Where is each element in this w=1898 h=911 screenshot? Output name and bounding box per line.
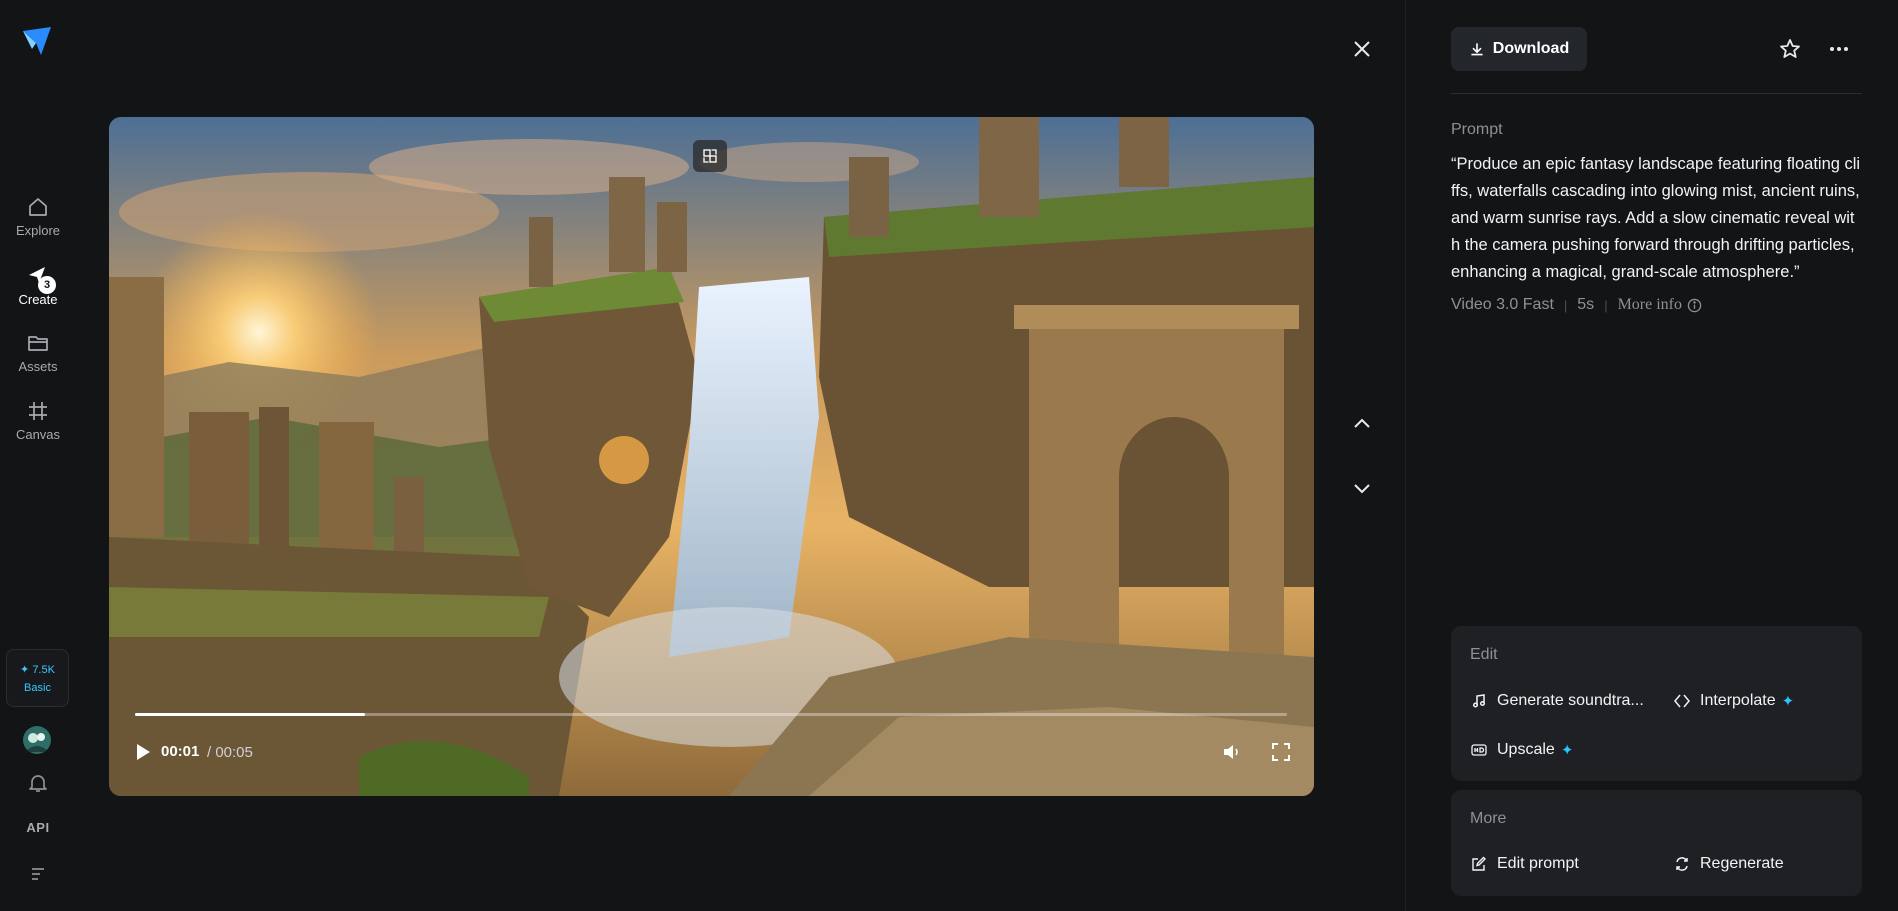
generation-meta: Video 3.0 Fast | 5s | More info [1451,296,1702,314]
premium-sparkle-icon: ✦ [1560,742,1574,759]
api-link[interactable]: API [0,820,76,835]
model-name: Video 3.0 Fast [1451,296,1554,313]
avatar-image-icon [23,726,51,754]
duration: 5s [1577,296,1595,313]
pip-button[interactable] [693,140,727,172]
more-info-label: More info [1617,296,1683,313]
sidebar-item-explore[interactable]: Explore [0,195,76,251]
download-label: Download [1492,40,1570,57]
sparkle-icon: ✦ [20,663,30,676]
header-divider [1451,93,1862,94]
edit-card-title: Edit [1470,646,1498,663]
sidebar-item-canvas[interactable]: Canvas [0,399,76,455]
chevron-down-icon[interactable] [1350,476,1374,500]
info-icon [1687,298,1702,312]
video-player[interactable]: 00:01 / 00:05 [109,117,1314,796]
sidebar-item-label: Create [18,292,58,307]
notification-bell-icon[interactable] [26,771,50,795]
canvas-icon [29,402,47,420]
create-count-badge: 3 [38,276,56,294]
home-icon [29,198,47,216]
panel-divider [1405,0,1406,911]
fullscreen-icon[interactable] [1270,741,1292,763]
more-card-title: More [1470,810,1507,827]
action-label: Regenerate [1700,855,1784,872]
meta-separator: | [1604,297,1608,313]
credits-widget[interactable]: ✦ 7.5K Basic [6,649,69,707]
meta-separator: | [1563,297,1568,313]
hd-icon [1471,744,1487,756]
total-time: / 00:05 [207,744,253,761]
chevron-up-icon[interactable] [1350,412,1374,436]
regenerate-button[interactable]: Regenerate [1674,855,1784,873]
picture-in-picture-icon [703,149,717,163]
video-progress-fill [135,713,366,716]
sidebar-item-create[interactable]: 3 Create [0,264,76,320]
premium-sparkle-icon: ✦ [1781,693,1795,710]
prompt-text: “Produce an epic fantasy landscape featu… [1451,155,1861,281]
regenerate-icon [1676,857,1688,871]
play-icon[interactable] [133,742,153,762]
generate-soundtrack-button[interactable]: Generate soundtra... [1471,692,1644,710]
download-icon [1471,43,1483,56]
edit-card: Edit Generate soundtra... Interpolate ✦ … [1451,626,1862,781]
current-time: 00:01 [161,743,200,760]
sidebar-item-label: Explore [15,223,61,238]
plan-label: Basic [24,681,51,694]
avatar[interactable] [23,726,51,754]
video-progress-bar[interactable] [135,713,1287,716]
credits-value: 7.5K [32,663,55,676]
more-info-link[interactable]: More info [1618,296,1702,314]
action-label: Generate soundtra... [1497,692,1644,709]
download-button[interactable]: Download [1451,27,1587,71]
action-label: Edit prompt [1497,855,1579,872]
edit-icon [1472,856,1486,871]
sidebar-item-assets[interactable]: Assets [0,331,76,387]
interpolate-icon [1674,694,1690,708]
credits-amount: ✦ 7.5K [20,663,55,676]
volume-icon[interactable] [1221,741,1243,763]
music-note-icon [1472,694,1486,708]
sidebar-item-label: Assets [18,359,58,374]
action-label: Interpolate [1700,692,1776,709]
interpolate-button[interactable]: Interpolate ✦ [1674,692,1794,710]
sidebar-item-label: Canvas [15,427,61,442]
menu-lines-icon[interactable] [26,862,50,886]
more-card: More Edit prompt Regenerate [1451,790,1862,896]
close-icon[interactable] [1350,37,1374,61]
action-label: Upscale [1497,741,1555,758]
app-logo-icon[interactable] [21,25,53,57]
left-sidebar: Explore 3 Create Assets Canvas ✦ 7.5K Ba… [0,0,76,911]
more-options-icon[interactable] [1827,37,1851,61]
prompt-label: Prompt [1451,121,1503,138]
edit-prompt-button[interactable]: Edit prompt [1471,855,1579,873]
folder-icon [28,336,48,351]
video-frame-image [109,117,1314,796]
star-icon[interactable] [1778,37,1802,61]
upscale-button[interactable]: Upscale ✦ [1471,741,1573,759]
